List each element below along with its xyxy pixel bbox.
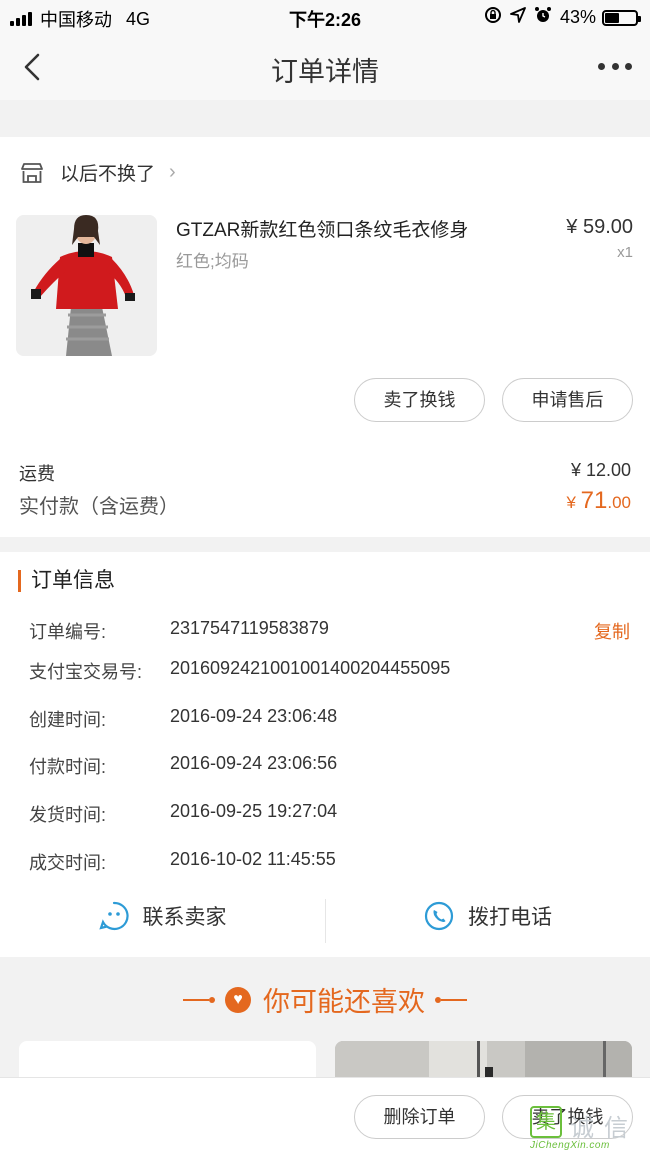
chat-face-icon <box>98 901 129 931</box>
paid-label: 实付款（含运费） <box>19 496 179 518</box>
after-sale-button[interactable]: 申请售后 <box>502 378 633 422</box>
shipping-value: ¥ 12.00 <box>570 460 631 480</box>
contact-seller-label: 联系卖家 <box>142 906 227 929</box>
store-icon <box>21 162 43 183</box>
paid-amount: ¥ 71.00 <box>566 487 631 515</box>
paid-decimal: .00 <box>607 493 631 512</box>
divider <box>441 998 467 1001</box>
recommend-header: ♥ 你可能还喜欢 <box>0 980 650 1019</box>
watermark-logo: 集 诚 信 JiChengXin.com <box>530 1106 642 1154</box>
call-phone-label: 拨打电话 <box>468 906 552 929</box>
lock-rotation-icon <box>484 6 502 29</box>
battery-percent: 43% <box>559 7 596 27</box>
recommend-title: 你可能还喜欢 <box>263 987 425 1017</box>
watermark-mark: 集 <box>530 1106 562 1138</box>
product-image[interactable] <box>16 215 157 356</box>
order-info-title: 订单信息 <box>18 570 115 592</box>
order-info-label: 付款时间: <box>29 757 107 777</box>
paid-integer: 71 <box>580 487 608 514</box>
alarm-icon <box>534 6 552 29</box>
status-bar: 中国移动 4G 下午2:26 43% <box>0 0 650 34</box>
order-info-value: 2016-09-24 23:06:48 <box>170 706 338 726</box>
order-info-label: 订单编号: <box>29 622 107 642</box>
product-name[interactable]: GTZAR新款红色领口条纹毛衣修身 <box>176 215 506 242</box>
order-info-value: 2016-09-25 19:27:04 <box>170 801 338 821</box>
page-title: 订单详情 <box>271 57 379 87</box>
more-dots-icon[interactable] <box>598 56 632 76</box>
order-info-value: 2016-10-02 11:45:55 <box>170 849 336 869</box>
divider <box>183 998 209 1001</box>
watermark-char: 信 <box>604 1115 628 1142</box>
location-arrow-icon <box>510 7 526 28</box>
order-info-card: 订单信息 复制 订单编号: 2317547119583879 支付宝交易号: 201… <box>0 552 650 957</box>
order-info-label: 创建时间: <box>29 710 107 730</box>
divider <box>209 996 215 1003</box>
copy-button[interactable]: 复制 <box>594 618 630 644</box>
watermark-char: 诚 <box>570 1115 594 1142</box>
nav-bar: 订单详情 <box>0 34 650 100</box>
watermark-url: JiChengXin.com <box>530 1140 610 1151</box>
product-qty: x1 <box>617 244 633 261</box>
order-info-label: 成交时间: <box>29 853 107 873</box>
sell-button[interactable]: 卖了换钱 <box>354 378 485 422</box>
product-price: ¥ 59.00 <box>566 216 633 238</box>
shipping-label: 运费 <box>19 464 55 484</box>
delete-order-button[interactable]: 删除订单 <box>354 1095 485 1139</box>
shop-name: 以后不换了 <box>60 164 156 185</box>
contact-seller-button[interactable]: 联系卖家 <box>0 894 325 938</box>
heart-icon: ♥ <box>225 986 251 1013</box>
call-phone-button[interactable]: 拨打电话 <box>326 894 650 938</box>
battery-icon <box>602 9 641 26</box>
order-info-label: 支付宝交易号: <box>29 662 143 682</box>
order-info-value: 2016-09-24 23:06:56 <box>170 753 338 773</box>
order-product-card: 以后不换了 › GTZAR新款红色领口条纹毛衣修身 红色;均码 ¥ 59.00 … <box>0 137 650 537</box>
order-info-label: 发货时间: <box>29 805 107 825</box>
phone-icon <box>424 901 454 931</box>
paid-currency: ¥ <box>566 493 581 512</box>
shop-link[interactable]: 以后不换了 › <box>20 159 176 186</box>
product-spec: 红色;均码 <box>176 252 249 271</box>
chevron-right-icon: › <box>169 161 176 183</box>
order-info-value: 2317547119583879 <box>170 618 329 638</box>
order-info-value: 2016092421001001400204455095 <box>170 658 451 678</box>
